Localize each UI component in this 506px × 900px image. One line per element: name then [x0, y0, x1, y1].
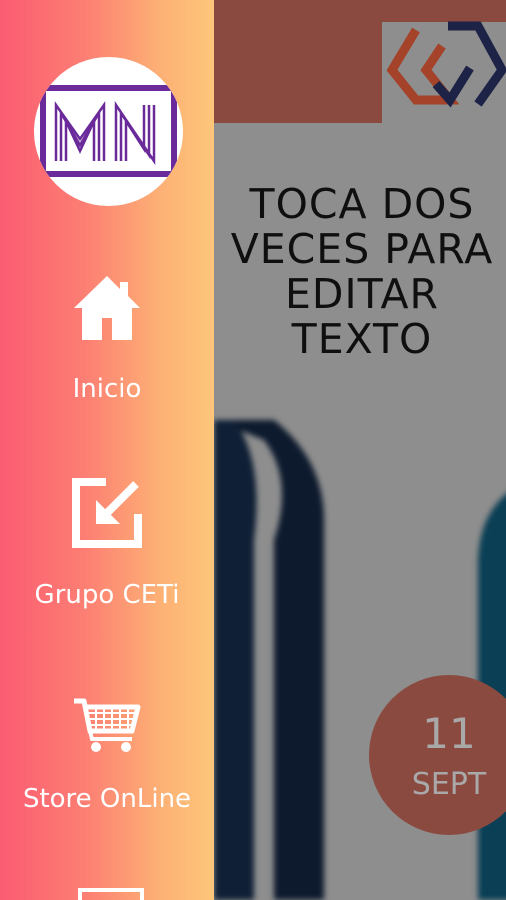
navy-decorative-shape — [214, 420, 324, 900]
headline-line-1: TOCA DOS — [249, 180, 475, 228]
headline-line-3: EDITAR — [285, 270, 439, 318]
headline-line-4: TEXTO — [291, 315, 433, 363]
side-drawer: Inicio Grupo CETi Store OnLine — [0, 0, 214, 900]
partial-menu-icon[interactable] — [78, 888, 144, 900]
sidebar-item-grupo-ceti[interactable]: Grupo CETi — [0, 470, 214, 640]
brand-logo-icon — [386, 21, 506, 108]
sidebar-item-store-online[interactable]: Store OnLine — [0, 684, 214, 854]
header-brown-block — [214, 0, 382, 123]
sidebar-item-label: Grupo CETi — [34, 580, 180, 610]
headline-line-2: VECES PARA — [230, 225, 494, 273]
date-month: SEPT — [411, 767, 487, 802]
mn-logo-icon — [40, 85, 177, 177]
sidebar-item-label: Inicio — [72, 374, 142, 404]
home-icon — [74, 276, 140, 340]
edit-text-headline[interactable]: TOCA DOS VECES PARA EDITAR TEXTO — [218, 182, 506, 362]
external-link-icon — [72, 478, 142, 548]
header-brown-strip — [382, 0, 506, 22]
sidebar-item-label: Store OnLine — [22, 784, 192, 814]
avatar[interactable] — [34, 57, 183, 206]
date-day: 11 — [422, 709, 476, 758]
sidebar-item-inicio[interactable]: Inicio — [0, 262, 214, 432]
cart-icon — [74, 698, 141, 752]
event-date-badge[interactable]: 11 SEPT — [369, 675, 506, 835]
